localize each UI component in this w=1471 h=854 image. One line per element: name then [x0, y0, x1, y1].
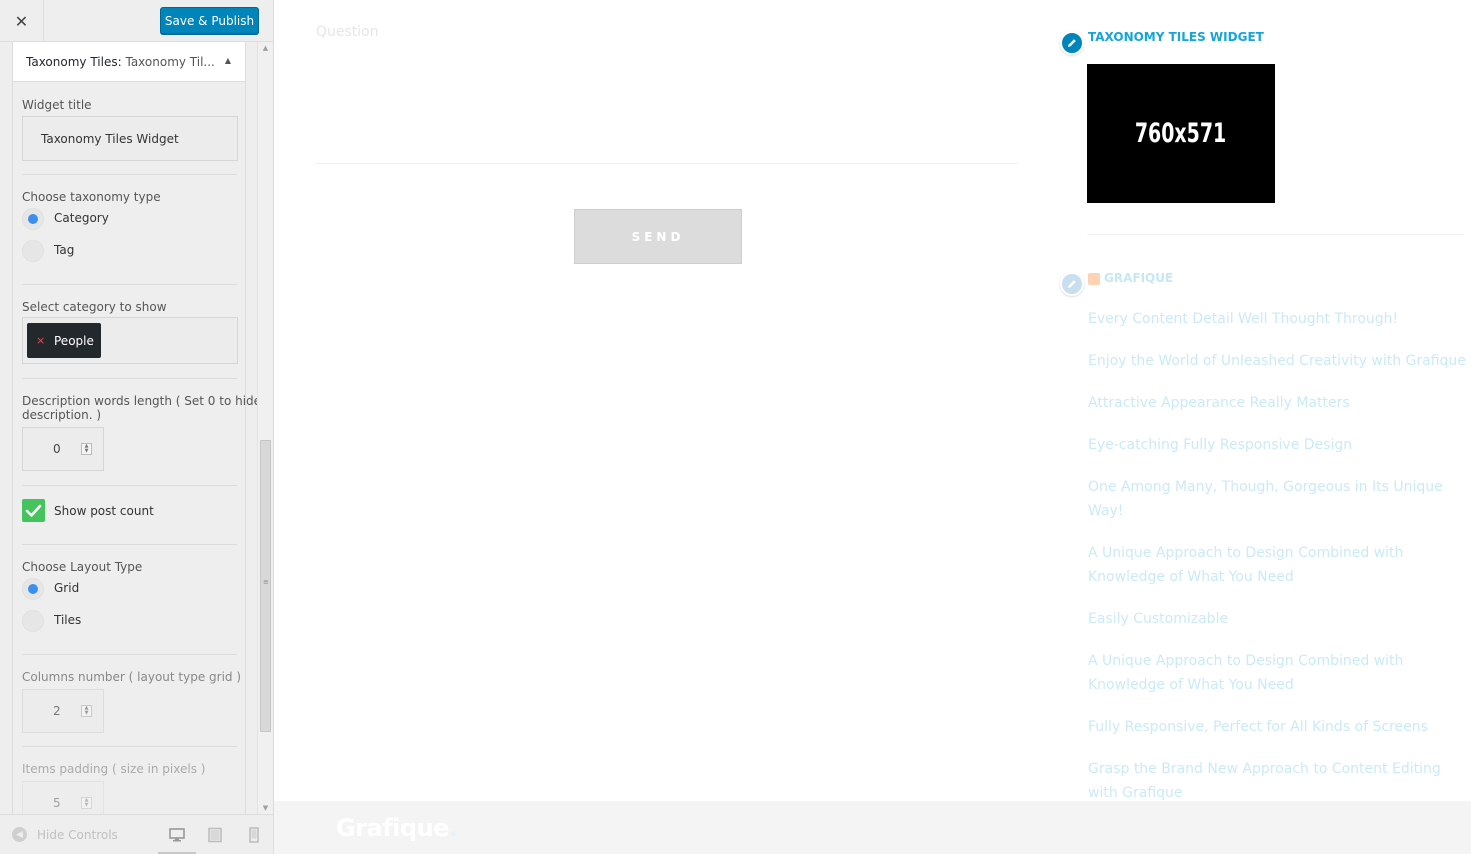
radio-grid[interactable] — [22, 578, 44, 600]
tablet-preview-icon[interactable] — [207, 827, 223, 843]
divider — [22, 654, 237, 655]
customizer-header: ✕ Save & Publish — [0, 0, 273, 42]
widget-header-title: Taxonomy Tiles: — [26, 55, 122, 69]
rss-widget-title[interactable]: GRAFIQUE — [1104, 271, 1173, 285]
question-field[interactable]: Question — [316, 24, 379, 40]
divider — [22, 746, 237, 747]
columns-label: Columns number ( layout type grid ) — [22, 670, 242, 684]
tag-remove-icon[interactable]: × — [36, 334, 45, 347]
close-icon: ✕ — [14, 11, 29, 31]
divider — [22, 174, 237, 175]
widget-form: Widget title Taxonomy Tiles Widget Choos… — [12, 82, 261, 825]
logo-text: Grafique — [336, 814, 449, 842]
rss-item[interactable]: A Unique Approach to Design Combined wit… — [1088, 649, 1468, 697]
edit-shortcut-icon[interactable] — [1060, 272, 1084, 296]
rss-item[interactable]: Enjoy the World of Unleashed Creativity … — [1088, 349, 1468, 373]
site-preview: Question SEND TAXONOMY TILES WIDGET 760x… — [274, 0, 1471, 854]
category-tag: × People — [27, 323, 101, 358]
desktop-preview-icon[interactable] — [169, 827, 185, 843]
radio-grid-label: Grid — [54, 581, 80, 595]
stepper-value: 2 — [53, 704, 61, 718]
check-icon — [25, 504, 42, 517]
widget-title-label: Widget title — [22, 98, 92, 112]
rss-item[interactable]: One Among Many, Though, Gorgeous in Its … — [1088, 475, 1468, 523]
edit-shortcut-icon[interactable] — [1060, 31, 1084, 55]
scroll-thumb[interactable]: ≡ — [260, 440, 271, 732]
widget-header-subtitle: Taxonomy Til... — [125, 55, 215, 69]
category-select-label: Select category to show — [22, 300, 167, 314]
show-post-count-checkbox[interactable] — [22, 499, 45, 522]
collapse-icon[interactable]: ◀ — [12, 827, 27, 842]
description-length-label: Description words length ( Set 0 to hide — [22, 394, 262, 408]
hide-controls-button[interactable]: Hide Controls — [37, 828, 118, 842]
taxonomy-widget-title: TAXONOMY TILES WIDGET — [1088, 30, 1264, 44]
widget-section-header[interactable]: Taxonomy Tiles: Taxonomy Til... ▲ — [12, 42, 246, 82]
scroll-down-arrow-icon[interactable]: ▼ — [258, 802, 273, 814]
divider — [22, 284, 237, 285]
widget-divider — [1087, 234, 1465, 235]
sidebar-scrollbar[interactable]: ▲ ≡ ▼ — [257, 42, 272, 814]
scroll-up-arrow-icon[interactable]: ▲ — [258, 42, 273, 54]
rss-icon — [1088, 273, 1100, 285]
radio-tag[interactable] — [22, 240, 44, 262]
divider — [22, 485, 237, 486]
radio-category-label: Category — [54, 211, 109, 225]
customizer-sidebar: ✕ Save & Publish Taxonomy Tiles: Taxonom… — [0, 0, 274, 854]
site-footer: Grafique. — [274, 801, 1471, 854]
rss-item[interactable]: Fully Responsive, Perfect for All Kinds … — [1088, 715, 1468, 739]
stepper-value: 5 — [53, 796, 61, 810]
layout-type-label: Choose Layout Type — [22, 560, 143, 574]
radio-tiles-label: Tiles — [54, 613, 82, 627]
rss-item[interactable]: Every Content Detail Well Thought Throug… — [1088, 307, 1468, 331]
radio-category[interactable] — [22, 208, 44, 230]
grip-icon: ≡ — [263, 578, 269, 586]
show-post-count-label: Show post count — [54, 504, 154, 518]
padding-label: Items padding ( size in pixels ) — [22, 762, 206, 776]
send-button[interactable]: SEND — [574, 209, 742, 264]
radio-tiles[interactable] — [22, 610, 44, 632]
stepper-arrows-icon[interactable]: ▲ ▼ — [81, 705, 92, 717]
description-length-stepper[interactable]: 0 ▲ ▼ — [22, 427, 104, 471]
customizer-footer: ◀ Hide Controls — [0, 814, 273, 854]
divider — [22, 378, 237, 379]
stepper-value: 0 — [53, 442, 61, 456]
question-underline — [316, 163, 1018, 164]
image-placeholder-text: 760x571 — [1135, 118, 1227, 149]
divider — [22, 544, 237, 545]
description-length-label-2: description. ) — [22, 408, 102, 422]
rss-item[interactable]: Easily Customizable — [1088, 607, 1468, 631]
site-logo[interactable]: Grafique. — [336, 814, 458, 842]
tag-label: People — [54, 334, 94, 348]
category-select[interactable]: × People — [22, 317, 238, 364]
columns-stepper[interactable]: 2 ▲ ▼ — [22, 689, 104, 733]
save-publish-button[interactable]: Save & Publish — [160, 7, 259, 34]
rss-item[interactable]: Attractive Appearance Really Matters — [1088, 391, 1468, 415]
taxonomy-type-label: Choose taxonomy type — [22, 190, 161, 204]
radio-tag-label: Tag — [54, 243, 75, 257]
widget-title-value: Taxonomy Tiles Widget — [41, 132, 179, 146]
rss-item[interactable]: A Unique Approach to Design Combined wit… — [1088, 541, 1468, 589]
collapse-arrow-icon[interactable]: ▲ — [225, 56, 231, 65]
rss-item[interactable]: Eye-catching Fully Responsive Design — [1088, 433, 1468, 457]
close-button[interactable]: ✕ — [0, 0, 44, 42]
rss-item[interactable]: Grasp the Brand New Approach to Content … — [1088, 757, 1468, 805]
taxonomy-tile-image[interactable]: 760x571 — [1087, 64, 1275, 203]
logo-dot: . — [448, 814, 458, 842]
mobile-preview-icon[interactable] — [246, 827, 262, 843]
stepper-arrows-icon[interactable]: ▲ ▼ — [81, 797, 92, 809]
widget-title-input[interactable]: Taxonomy Tiles Widget — [22, 116, 238, 161]
rss-list: Every Content Detail Well Thought Throug… — [1088, 307, 1468, 823]
stepper-arrows-icon[interactable]: ▲ ▼ — [81, 443, 92, 455]
